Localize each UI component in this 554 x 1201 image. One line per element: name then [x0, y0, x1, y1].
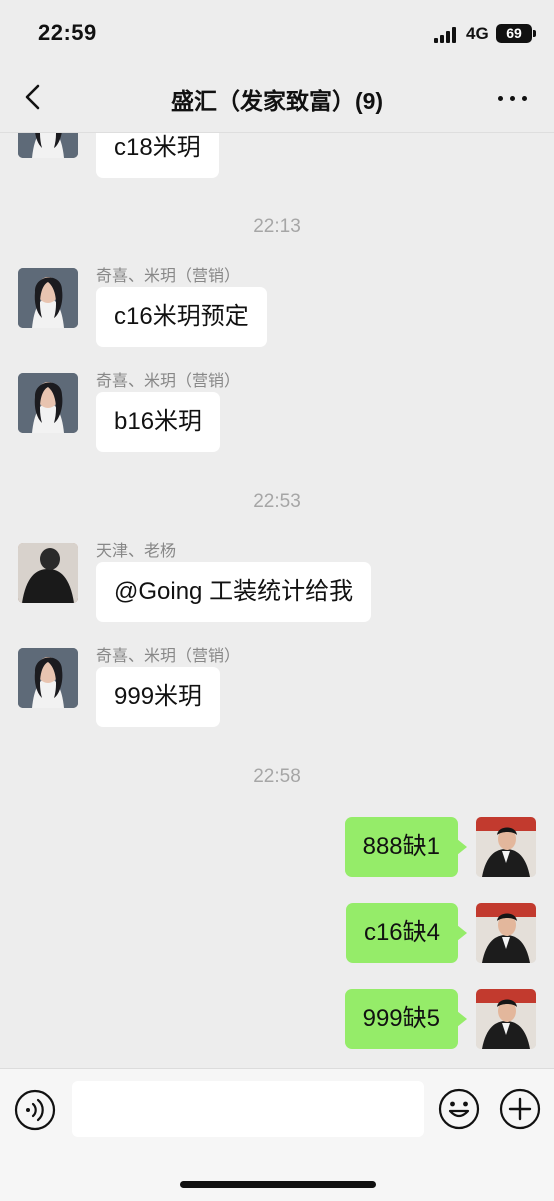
- home-indicator: [180, 1181, 376, 1188]
- avatar-self[interactable]: [476, 903, 536, 963]
- message-bubble[interactable]: @Going 工装统计给我: [96, 562, 372, 622]
- avatar[interactable]: [18, 132, 78, 158]
- avatar-self[interactable]: [476, 817, 536, 877]
- network-type: 4G: [466, 24, 489, 43]
- more-dots-icon[interactable]: [498, 96, 528, 102]
- chat-messages[interactable]: c18米玥 22:13 奇喜、米玥（营销） c16米玥预定 奇喜、米玥（营销） …: [0, 132, 554, 1068]
- message-bubble[interactable]: c16米玥预定: [96, 287, 267, 347]
- chat-title: 盛汇（发家致富）(9): [170, 88, 384, 114]
- avatar[interactable]: [18, 268, 78, 328]
- message-bubble[interactable]: 999米玥: [96, 667, 221, 727]
- battery-icon: 69: [496, 24, 536, 43]
- emoji-icon[interactable]: [437, 1087, 481, 1131]
- input-bar: [0, 1068, 554, 1201]
- avatar[interactable]: [18, 543, 78, 603]
- sender-name: 奇喜、米玥（营销）: [96, 648, 241, 665]
- chat-header: 盛汇（发家致富）(9): [0, 64, 554, 133]
- timestamp: 22:53: [253, 491, 301, 512]
- timestamp: 22:58: [253, 766, 301, 787]
- avatar-self[interactable]: [476, 989, 536, 1049]
- sender-name: 奇喜、米玥（营销）: [96, 268, 241, 285]
- timestamp: 22:13: [253, 216, 301, 237]
- sender-name: 奇喜、米玥（营销）: [96, 373, 241, 390]
- signal-icon: [434, 27, 460, 43]
- avatar[interactable]: [18, 373, 78, 433]
- message-bubble[interactable]: b16米玥: [96, 392, 221, 452]
- status-time: 22:59: [38, 20, 97, 45]
- message-bubble[interactable]: c18米玥: [96, 132, 219, 178]
- voice-icon[interactable]: [14, 1089, 56, 1131]
- avatar[interactable]: [18, 648, 78, 708]
- message-input[interactable]: [72, 1081, 424, 1137]
- status-bar: 22:59 4G 69: [0, 0, 554, 64]
- sender-name: 天津、老杨: [96, 543, 177, 560]
- plus-icon[interactable]: [498, 1087, 542, 1131]
- message-bubble-outgoing[interactable]: c16缺4: [345, 903, 468, 963]
- message-bubble-outgoing[interactable]: 999缺5: [344, 989, 468, 1049]
- message-bubble-outgoing[interactable]: 888缺1: [344, 817, 468, 877]
